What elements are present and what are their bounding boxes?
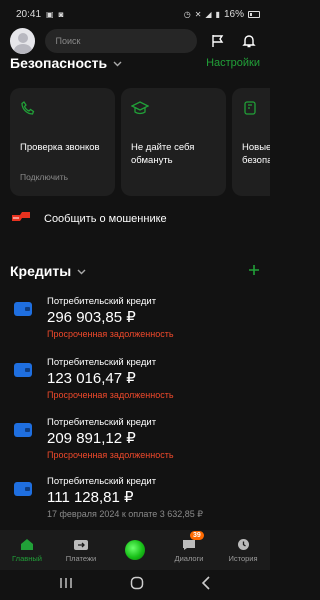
notification-icon: ▣ (46, 9, 54, 19)
credit-amount: 123 016,47 ₽ (47, 370, 136, 387)
wifi-icon: ◢ (205, 9, 212, 19)
tab-label: Платежи (65, 553, 97, 563)
credit-name: Потребительский кредит (47, 476, 157, 487)
payments-icon (73, 538, 89, 552)
chevron-down-icon[interactable] (113, 54, 122, 72)
card-title: Проверка звонков (20, 142, 100, 153)
alarm-icon: ◷ (183, 9, 191, 19)
back-icon[interactable] (201, 575, 211, 595)
search-placeholder: Поиск (55, 36, 81, 46)
credit-item[interactable]: Потребительский кредит 209 891,12 ₽ Прос… (10, 417, 260, 473)
tab-home[interactable]: Главный (0, 530, 54, 570)
card-title: Не дайте себя обмануть (131, 142, 195, 166)
credit-status: Просроченная задолженность (47, 329, 174, 339)
tab-dialogs[interactable]: 39 Диалоги (162, 530, 216, 570)
tab-label: История (228, 553, 258, 563)
search-input[interactable]: Поиск (45, 29, 197, 53)
wallet-icon (14, 423, 32, 437)
credit-name: Потребительский кредит (47, 296, 157, 307)
mute-icon: ✕ (194, 9, 202, 19)
security-cards: Проверка звонков Подключить Не дайте себ… (10, 88, 270, 196)
card-new-services[interactable]: Новые сервисы безопасности (232, 88, 270, 196)
assistant-orb-icon (125, 540, 145, 560)
credit-amount: 296 903,85 ₽ (47, 309, 136, 326)
tab-history[interactable]: История (216, 530, 270, 570)
report-fraud-label: Сообщить о мошеннике (44, 213, 167, 225)
graduation-cap-icon (130, 100, 150, 121)
status-bar: 20:41 ▣ ◙ ◷ ✕ ◢ ▮ 16% (0, 0, 270, 28)
wallet-icon (14, 482, 32, 496)
wallet-icon (14, 302, 32, 316)
wallet-icon (14, 363, 32, 377)
credit-status: Просроченная задолженность (47, 450, 174, 460)
credit-name: Потребительский кредит (47, 357, 157, 368)
credit-item[interactable]: Потребительский кредит 296 903,85 ₽ Прос… (10, 296, 260, 352)
app-header: Поиск (0, 28, 270, 54)
avatar[interactable] (10, 28, 36, 54)
credit-item[interactable]: Потребительский кредит 123 016,47 ₽ Прос… (10, 357, 260, 413)
report-fraud-button[interactable]: Сообщить о мошеннике (10, 206, 260, 232)
chevron-down-icon[interactable] (77, 262, 86, 280)
credit-item[interactable]: Потребительский кредит 111 128,81 ₽ 17 ф… (10, 476, 260, 532)
signal-icon: ▮ (215, 9, 220, 19)
tab-label: Главный (12, 553, 42, 563)
clock-icon (237, 538, 250, 552)
tab-assistant[interactable] (108, 530, 162, 570)
card-title: Новые сервисы безопасности (242, 142, 270, 166)
credit-note: 17 февраля 2024 к оплате 3 632,85 ₽ (47, 509, 204, 519)
card-dont-be-fooled[interactable]: Не дайте себя обмануть (121, 88, 226, 196)
dialogs-badge: 39 (190, 531, 204, 540)
credit-name: Потребительский кредит (47, 417, 157, 428)
status-time: 20:41 (16, 8, 42, 20)
bell-icon[interactable] (238, 30, 260, 52)
flag-icon[interactable] (207, 30, 229, 52)
card-call-check[interactable]: Проверка звонков Подключить (10, 88, 115, 196)
home-button-icon[interactable] (130, 576, 144, 595)
security-header: Безопасность Настройки (10, 54, 260, 72)
recents-icon[interactable] (59, 576, 73, 594)
settings-link[interactable]: Настройки (206, 57, 260, 69)
credits-header: Кредиты (10, 262, 260, 280)
phone-icon (20, 100, 36, 121)
credit-amount: 111 128,81 ₽ (47, 489, 134, 506)
tab-payments[interactable]: Платежи (54, 530, 108, 570)
bottom-tab-bar: Главный Платежи 39 Диалоги История (0, 530, 270, 570)
fraud-alert-icon (10, 210, 32, 229)
tab-label: Диалоги (174, 553, 204, 563)
card-subtitle: Подключить (20, 172, 69, 182)
home-icon (20, 538, 34, 552)
battery-icon (248, 10, 260, 18)
system-nav-bar (0, 570, 270, 600)
credit-status: Просроченная задолженность (47, 390, 174, 400)
message-icon: ◙ (58, 9, 64, 19)
credits-title[interactable]: Кредиты (10, 263, 71, 279)
add-credit-button[interactable] (248, 264, 260, 279)
shield-doc-icon (242, 100, 258, 121)
battery-percent: 16% (223, 8, 244, 20)
credit-amount: 209 891,12 ₽ (47, 430, 136, 447)
security-title[interactable]: Безопасность (10, 55, 107, 71)
